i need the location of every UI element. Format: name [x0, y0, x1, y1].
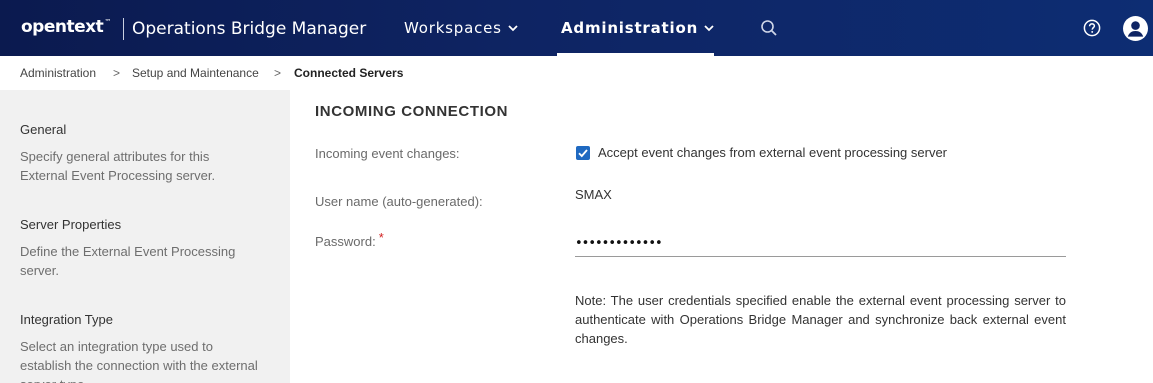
- section-title: INCOMING CONNECTION: [315, 103, 509, 120]
- top-header: opentext™ Operations Bridge Manager Work…: [0, 0, 1153, 56]
- nav-administration-label: Administration: [561, 19, 699, 37]
- trademark-mark: ™: [104, 18, 111, 26]
- accept-event-changes-checkbox[interactable]: [576, 146, 590, 160]
- nav-workspaces[interactable]: Workspaces: [404, 19, 519, 37]
- search-icon[interactable]: [760, 19, 778, 42]
- breadcrumb-item-setup-and-maintenance[interactable]: Setup and Maintenance: [132, 66, 259, 80]
- app-title: Operations Bridge Manager: [132, 19, 367, 39]
- breadcrumb-separator: >: [113, 66, 121, 80]
- sidebar-item-integration-type-description: Select an integration type used to estab…: [20, 339, 258, 383]
- credentials-note: Note: The user credentials specified ena…: [575, 293, 1066, 346]
- chevron-down-icon: [704, 25, 714, 32]
- nav-administration[interactable]: Administration: [561, 19, 715, 37]
- password-label-text: Password:: [315, 234, 376, 249]
- sidebar-item-general[interactable]: General: [20, 122, 66, 137]
- breadcrumb-item-connected-servers: Connected Servers: [294, 66, 404, 80]
- breadcrumb-separator: >: [274, 66, 282, 80]
- sidebar-item-server-properties[interactable]: Server Properties: [20, 217, 121, 232]
- sidebar-item-integration-type[interactable]: Integration Type: [20, 312, 113, 327]
- wizard-sidebar: General Specify general attributes for t…: [0, 90, 290, 383]
- required-indicator: *: [378, 230, 384, 245]
- username-label: User name (auto-generated):: [315, 194, 483, 209]
- password-label: Password: *: [315, 230, 384, 249]
- username-value: SMAX: [575, 187, 612, 202]
- user-avatar-icon[interactable]: [1123, 16, 1148, 46]
- chevron-down-icon: [508, 25, 518, 32]
- opentext-logo[interactable]: opentext™: [21, 17, 111, 37]
- help-icon[interactable]: [1083, 19, 1101, 42]
- checkmark-icon: [578, 149, 588, 158]
- incoming-event-changes-label: Incoming event changes:: [315, 146, 460, 161]
- password-field[interactable]: [575, 231, 1066, 257]
- breadcrumb: Administration > Setup and Maintenance >…: [0, 56, 1153, 90]
- breadcrumb-item-administration[interactable]: Administration: [20, 66, 96, 80]
- sidebar-item-general-description: Specify general attributes for this Exte…: [20, 149, 216, 183]
- sidebar-item-server-properties-description: Define the External Event Processing ser…: [20, 244, 236, 278]
- accept-event-changes-label[interactable]: Accept event changes from external event…: [598, 145, 947, 160]
- header-divider: [123, 18, 124, 40]
- nav-workspaces-label: Workspaces: [404, 19, 502, 37]
